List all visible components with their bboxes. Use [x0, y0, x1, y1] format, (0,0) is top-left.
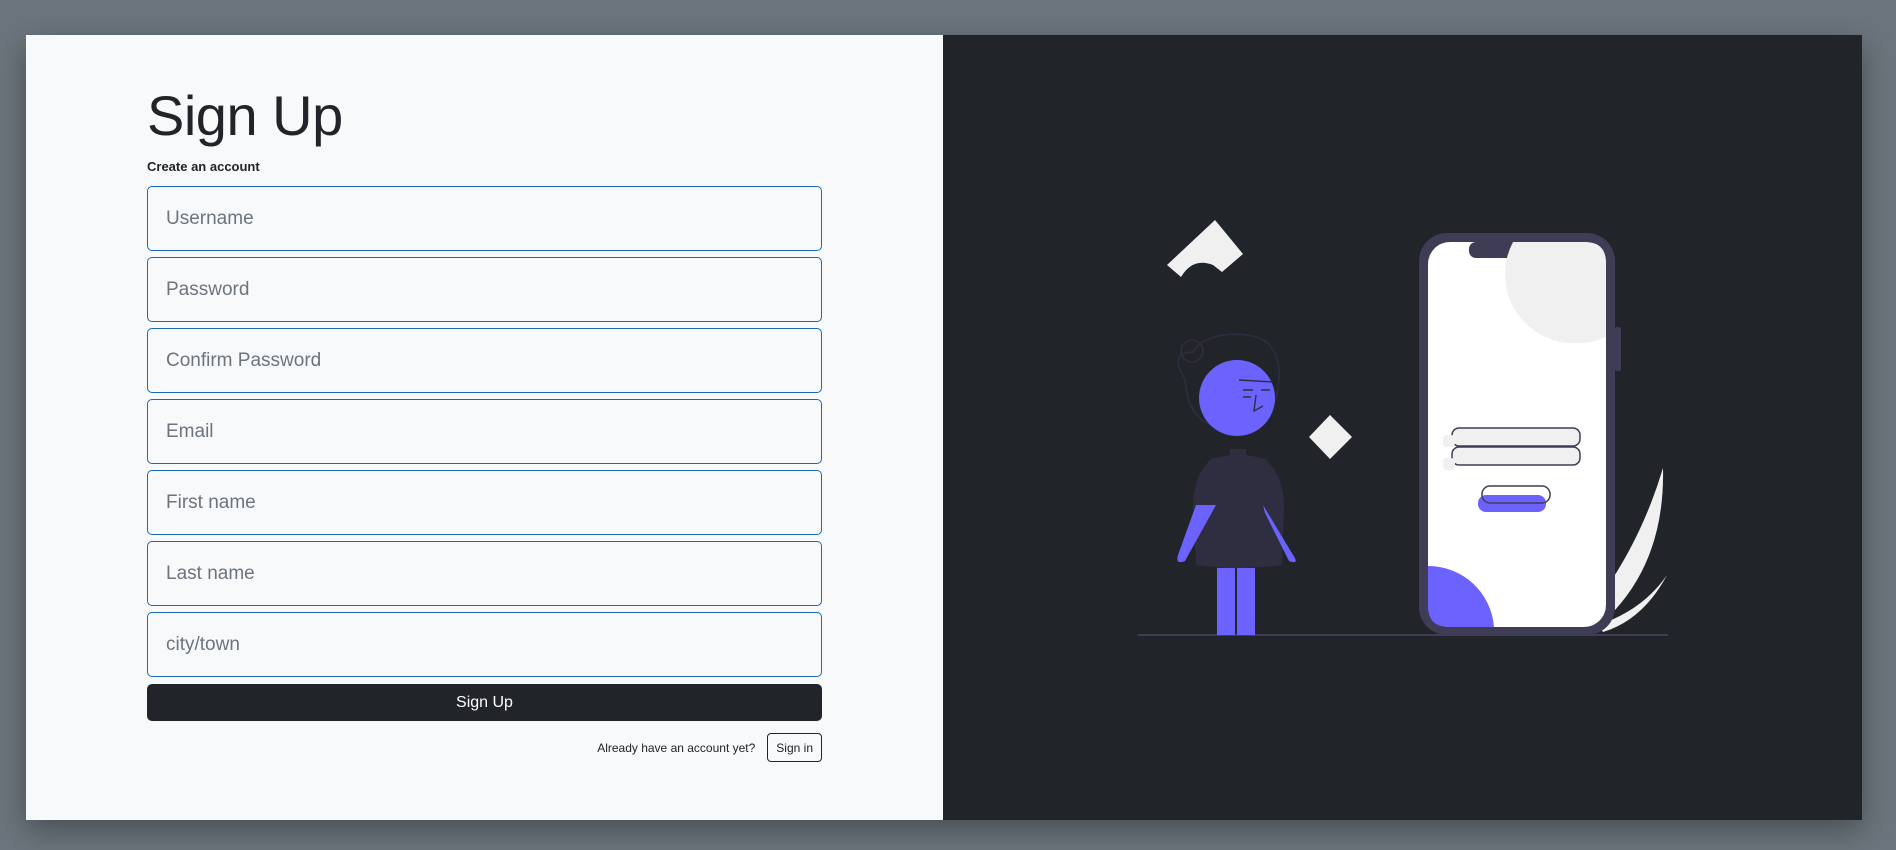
phone-icon [1419, 233, 1621, 635]
floating-diamond-icon [1309, 415, 1352, 459]
password-input[interactable] [147, 257, 822, 322]
last-name-input[interactable] [147, 541, 822, 606]
first-name-input[interactable] [147, 470, 822, 535]
floating-shape-icon [1167, 220, 1243, 277]
email-input[interactable] [147, 399, 822, 464]
sign-in-button[interactable]: Sign in [767, 733, 822, 762]
illustration-panel [943, 35, 1862, 820]
city-town-input[interactable] [147, 612, 822, 677]
signin-prompt: Already have an account yet? [597, 740, 756, 755]
signup-form: Sign Up Create an account Sign Up Alread… [147, 84, 822, 762]
signup-card: Sign Up Create an account Sign Up Alread… [26, 35, 1862, 820]
signup-form-panel: Sign Up Create an account Sign Up Alread… [26, 35, 943, 820]
signin-row: Already have an account yet? Sign in [147, 733, 822, 762]
username-input[interactable] [147, 186, 822, 251]
person-with-phone-illustration [1138, 220, 1668, 636]
page-subtitle: Create an account [147, 159, 260, 174]
sign-up-button[interactable]: Sign Up [147, 684, 822, 721]
page-title: Sign Up [147, 84, 343, 147]
person-icon [1177, 333, 1296, 635]
confirm-password-input[interactable] [147, 328, 822, 393]
